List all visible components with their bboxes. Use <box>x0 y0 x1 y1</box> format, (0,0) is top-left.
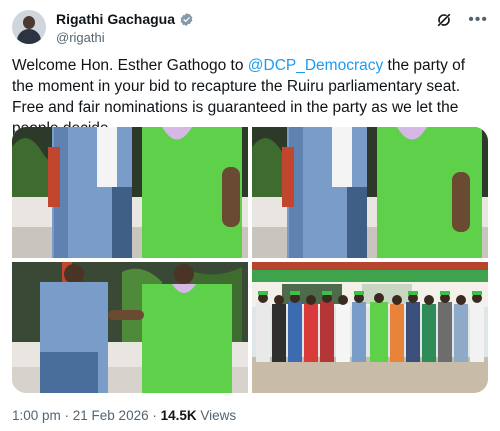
tweet-time[interactable]: 1:00 pm <box>12 408 61 423</box>
display-name[interactable]: Rigathi Gachagua <box>56 11 175 27</box>
tweet-date[interactable]: 21 Feb 2026 <box>73 408 149 423</box>
meta-separator: · <box>60 408 73 423</box>
views-label: Views <box>196 408 237 423</box>
photo-3[interactable] <box>12 262 248 393</box>
tweet-header: Rigathi Gachagua @rigathi ••• <box>12 8 488 48</box>
more-icon[interactable]: ••• <box>468 12 488 28</box>
avatar[interactable] <box>12 10 46 44</box>
tweet-actions-top: ••• <box>436 12 488 28</box>
photo-2[interactable] <box>252 127 488 258</box>
views-count: 14.5K <box>160 408 197 423</box>
photo-grid <box>12 127 488 393</box>
author-name-row[interactable]: Rigathi Gachagua <box>56 11 194 27</box>
meta-separator: · <box>148 408 161 423</box>
tweet-text-part: Welcome Hon. Esther Gathogo to <box>12 57 248 74</box>
verified-badge-icon <box>180 12 193 26</box>
grok-icon[interactable] <box>436 12 452 28</box>
photo-4[interactable] <box>252 262 488 393</box>
tweet-meta: 1:00 pm · 21 Feb 2026 · 14.5K Views <box>12 408 236 423</box>
mention-link[interactable]: @DCP_Democracy <box>248 57 383 74</box>
handle[interactable]: @rigathi <box>56 30 105 45</box>
photo-1[interactable] <box>12 127 248 258</box>
